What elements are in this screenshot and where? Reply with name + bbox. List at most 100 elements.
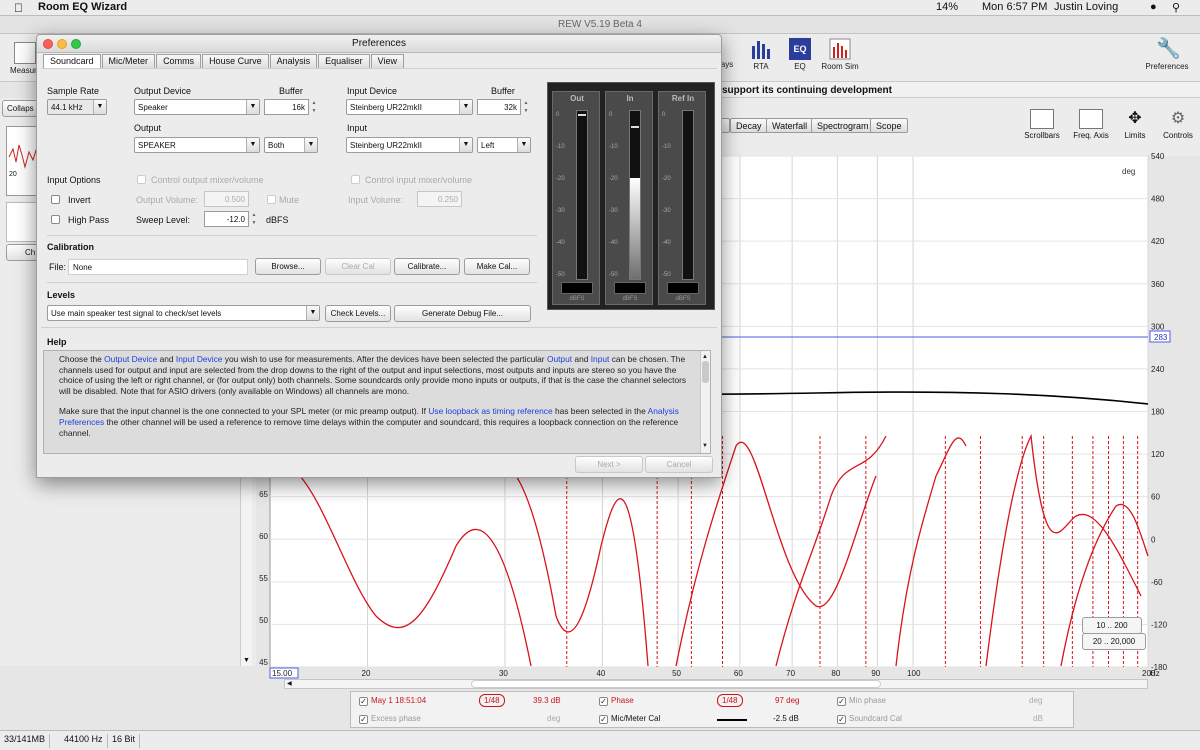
legend-soundcard-cal[interactable]: ✓ Soundcard Cal	[837, 714, 902, 724]
tab-analysis[interactable]: Analysis	[269, 54, 318, 68]
levels-divider	[47, 282, 537, 283]
checkbox-checked-icon[interactable]: ✓	[599, 715, 608, 724]
input-buffer-field[interactable]: 32k	[477, 99, 521, 115]
levels-select[interactable]: Use main speaker test signal to check/se…	[47, 305, 320, 321]
output-buffer-stepper-icon[interactable]: ▲ ▼	[310, 99, 318, 115]
tab-view[interactable]: View	[370, 54, 404, 68]
checkbox-icon[interactable]	[351, 175, 360, 184]
memory-usage: 33/141MB	[0, 734, 51, 748]
legend-mic-cal[interactable]: ✓ Mic/Meter Cal	[599, 714, 660, 724]
graph-tab-spectrogram[interactable]: Spectrogram	[811, 118, 875, 133]
graph-tab-decay[interactable]: Decay	[730, 118, 768, 133]
checkbox-icon[interactable]	[137, 175, 146, 184]
tab-equaliser[interactable]: Equaliser	[318, 54, 370, 68]
checkbox-checked-icon[interactable]: ✓	[837, 697, 846, 706]
loopback-link[interactable]: Use loopback as timing reference	[428, 406, 552, 416]
measurement-slot[interactable]	[6, 202, 40, 242]
output-channel-select[interactable]: Both ▼	[264, 137, 318, 153]
legend-measurement[interactable]: ✓ May 1 18:51:04	[359, 696, 426, 706]
dialog-title-bar[interactable]: Preferences	[37, 35, 721, 53]
input-link[interactable]: Input	[591, 354, 610, 364]
freq-axis-control[interactable]: Freq. Axis	[1068, 109, 1114, 140]
legend-excess-phase[interactable]: ✓ Excess phase	[359, 714, 421, 724]
make-cal-button[interactable]: Make Cal...	[464, 258, 530, 275]
checkbox-checked-icon[interactable]: ✓	[359, 697, 368, 706]
preferences-button[interactable]: 🔧 Preferences	[1140, 38, 1194, 71]
input-device-link[interactable]: Input Device	[176, 354, 223, 364]
input-buffer-stepper-icon[interactable]: ▲ ▼	[522, 99, 530, 115]
graph-tab-scope[interactable]: Scope	[870, 118, 908, 133]
output-select[interactable]: SPEAKER ▼	[134, 137, 260, 153]
cal-file-field[interactable]: None	[68, 259, 248, 275]
invert-option[interactable]: Invert	[51, 195, 91, 205]
legend-min-phase[interactable]: ✓ Min phase	[837, 696, 886, 706]
graph-tab-waterfall[interactable]: Waterfall	[766, 118, 814, 133]
sample-rate-select[interactable]: 44.1 kHz ▼	[47, 99, 107, 115]
checkbox-checked-icon[interactable]: ✓	[359, 715, 368, 724]
browse-button[interactable]: Browse...	[255, 258, 321, 275]
tab-comms[interactable]: Comms	[156, 54, 202, 68]
output-link[interactable]: Output	[547, 354, 572, 364]
scrollbars-control[interactable]: Scrollbars	[1020, 109, 1064, 140]
cancel-button[interactable]: Cancel	[645, 456, 713, 473]
eq-button[interactable]: EQ EQ	[786, 38, 814, 71]
calibrate-button[interactable]: Calibrate...	[394, 258, 460, 275]
input-device-select[interactable]: Steinberg UR22mkII ▼	[346, 99, 473, 115]
input-volume-field[interactable]: 0.250	[417, 191, 462, 207]
control-output-mixer-option[interactable]: Control output mixer/volume	[137, 175, 264, 185]
input-select[interactable]: Steinberg UR22mkII ▼	[346, 137, 473, 153]
check-levels-button[interactable]: Check Levels...	[325, 305, 391, 322]
tab-mic-meter[interactable]: Mic/Meter	[101, 54, 156, 68]
app-menu-name[interactable]: Room EQ Wizard	[38, 1, 127, 13]
channel-button[interactable]: Ch	[6, 244, 40, 261]
clock[interactable]: Mon 6:57 PM	[982, 1, 1047, 13]
high-pass-option[interactable]: High Pass	[51, 215, 109, 225]
meter-scale-label: -30	[556, 208, 565, 214]
checkbox-icon[interactable]	[51, 195, 60, 204]
output-device-select[interactable]: Speaker ▼	[134, 99, 260, 115]
checkbox-icon[interactable]	[51, 215, 60, 224]
legend-phase[interactable]: ✓ Phase	[599, 696, 634, 706]
control-input-mixer-option[interactable]: Control input mixer/volume	[351, 175, 472, 185]
next-button[interactable]: Next >	[575, 456, 643, 473]
controls-control[interactable]: ⚙ Controls	[1158, 109, 1198, 140]
minimize-window-icon[interactable]	[57, 39, 67, 49]
input-channel-select[interactable]: Left ▼	[477, 137, 531, 153]
spotlight-icon[interactable]: ⚲	[1172, 1, 1180, 14]
apple-icon[interactable]: 	[14, 1, 23, 15]
user-name[interactable]: Justin Loving	[1054, 1, 1118, 13]
checkbox-checked-icon[interactable]: ✓	[599, 697, 608, 706]
phase-smoothing-badge[interactable]: 1/48	[717, 694, 743, 707]
scroll-down-icon[interactable]: ▼	[702, 441, 708, 452]
checkbox-checked-icon[interactable]: ✓	[837, 715, 846, 724]
measurement-thumbnail[interactable]: 20	[6, 126, 40, 196]
range-20-20000-button[interactable]: 20 .. 20,000	[1082, 633, 1146, 650]
range-10-200-button[interactable]: 10 .. 200	[1082, 617, 1142, 634]
zoom-window-icon[interactable]	[71, 39, 81, 49]
output-buffer-field[interactable]: 16k	[264, 99, 309, 115]
scroll-thumb[interactable]	[471, 680, 881, 688]
help-scrollbar[interactable]: ▲ ▼	[700, 351, 710, 453]
scroll-down-icon[interactable]: ▼	[243, 657, 250, 664]
tab-soundcard[interactable]: Soundcard	[43, 54, 101, 68]
output-device-link[interactable]: Output Device	[104, 354, 157, 364]
left-tick-label: 60	[259, 532, 268, 541]
help-scroll-thumb[interactable]	[702, 361, 709, 383]
clear-cal-button[interactable]: Clear Cal	[325, 258, 391, 275]
user-avatar-icon[interactable]: ●	[1150, 1, 1157, 13]
battery-percent[interactable]: 14%	[936, 1, 958, 13]
close-window-icon[interactable]	[43, 39, 53, 49]
limits-control[interactable]: ✥ Limits	[1118, 109, 1152, 140]
sweep-level-stepper-icon[interactable]: ▲ ▼	[250, 211, 258, 227]
generate-debug-button[interactable]: Generate Debug File...	[394, 305, 531, 322]
rta-button[interactable]: RTA	[748, 38, 774, 71]
checkbox-icon[interactable]	[267, 195, 276, 204]
tab-house-curve[interactable]: House Curve	[202, 54, 269, 68]
scroll-left-icon[interactable]: ◀	[287, 680, 292, 687]
sweep-level-field[interactable]: -12.0	[204, 211, 249, 227]
horizontal-scrollbar[interactable]: ◀	[284, 679, 1148, 689]
output-volume-field[interactable]: 0.500	[204, 191, 249, 207]
smoothing-badge[interactable]: 1/48	[479, 694, 505, 707]
mute-option[interactable]: Mute	[267, 195, 299, 205]
room-sim-button[interactable]: Room Sim	[818, 38, 862, 71]
